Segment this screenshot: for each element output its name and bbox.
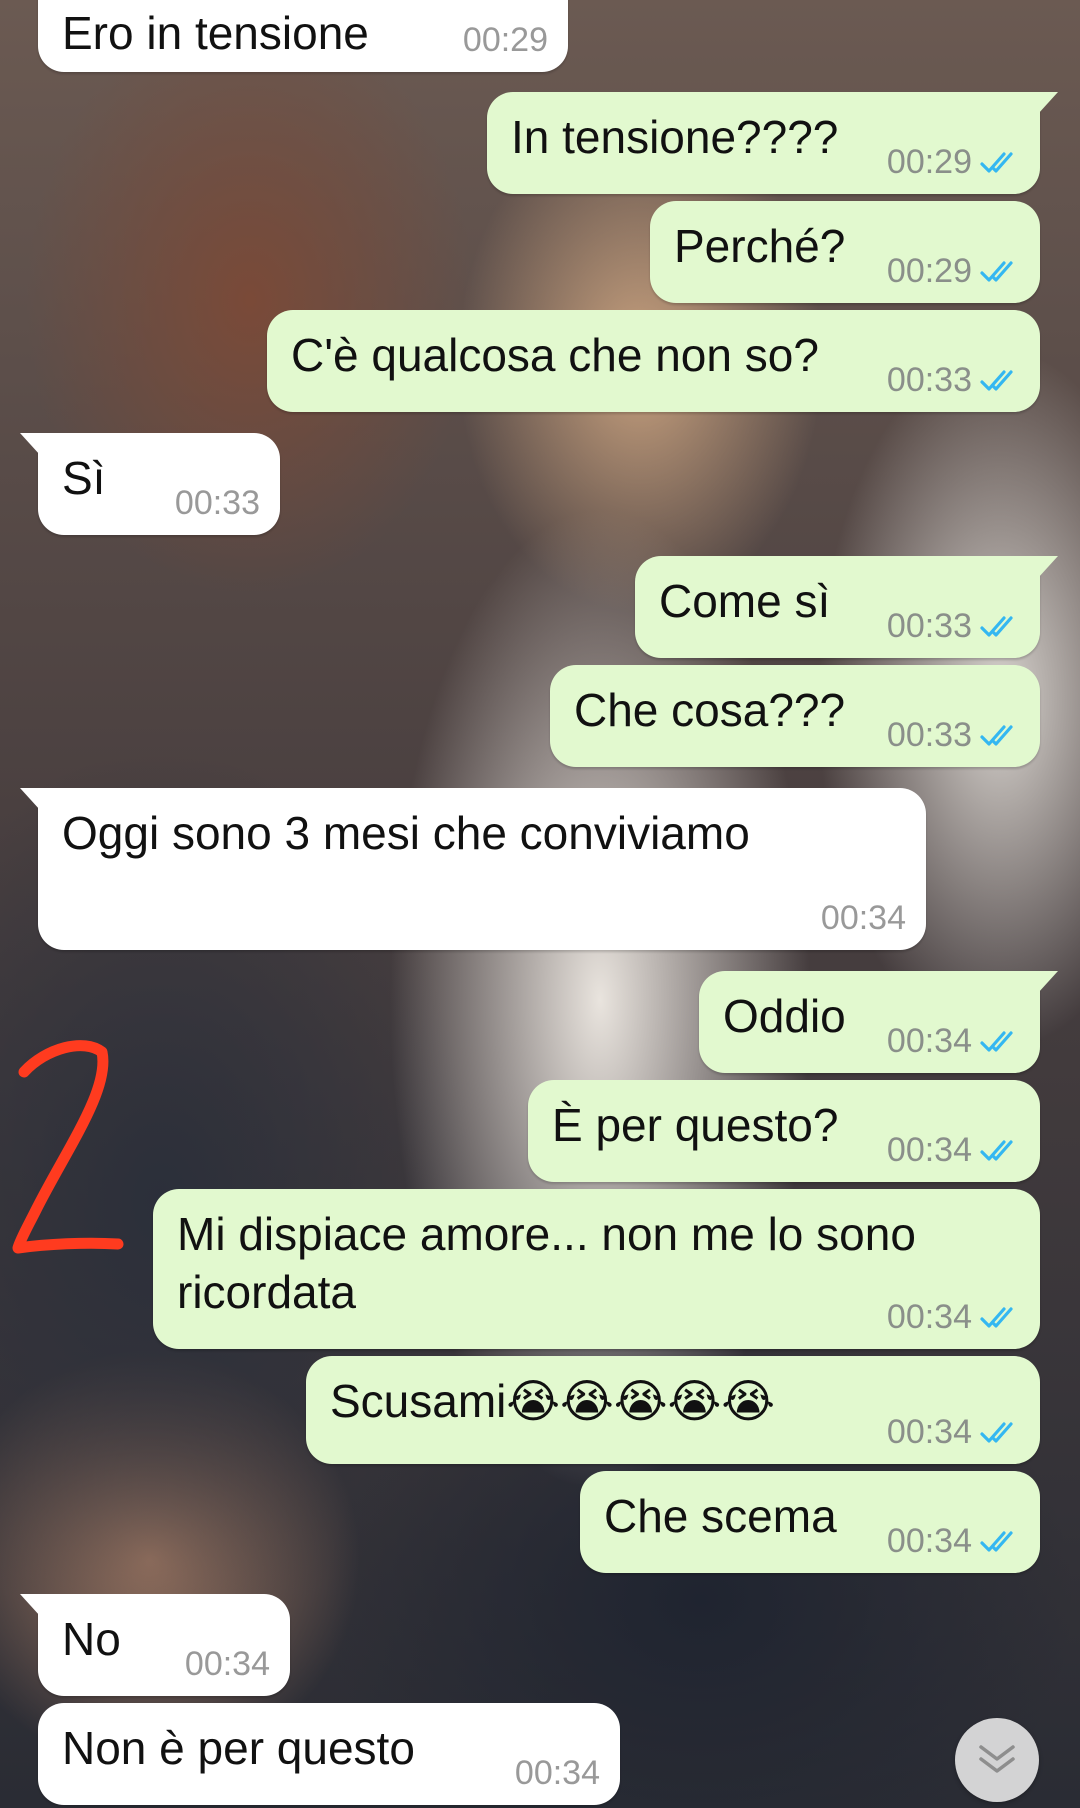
double-check-icon (980, 615, 1013, 637)
message-time: 00:34 (184, 1645, 270, 1683)
message-time: 00:29 (462, 21, 548, 59)
message-bubble-incoming[interactable]: No 00:34 (20, 1594, 290, 1696)
message-time: 00:34 (886, 1131, 972, 1169)
double-check-icon (980, 724, 1013, 746)
message-time: 00:34 (886, 1298, 972, 1336)
scroll-to-bottom-button[interactable] (955, 1718, 1039, 1802)
message-bubble-outgoing[interactable]: Che scema 00:34 (580, 1471, 1040, 1573)
message-meta: 00:33 (175, 484, 260, 523)
message-meta: 00:29 (887, 143, 1020, 182)
message-bubble-outgoing[interactable]: In tensione???? 00:29 (487, 92, 1058, 194)
message-bubble-outgoing[interactable]: Oddio 00:34 (699, 971, 1058, 1073)
message-time: 00:33 (886, 716, 972, 754)
double-check-icon (980, 151, 1013, 173)
message-time: 00:34 (886, 1022, 972, 1060)
message-bubble-incoming[interactable]: Non è per questo 00:34 (38, 1703, 620, 1805)
message-bubble-incoming[interactable]: Oggi sono 3 mesi che conviviamo 00:34 (20, 788, 926, 950)
message-meta: 00:33 (887, 361, 1020, 400)
message-meta: 00:33 (887, 607, 1020, 646)
message-meta: 00:33 (887, 716, 1020, 755)
double-check-icon (980, 260, 1013, 282)
double-check-icon (980, 369, 1013, 391)
message-bubble-outgoing[interactable]: Come sì 00:33 (635, 556, 1058, 658)
message-meta: 00:29 (463, 21, 548, 60)
message-bubble-outgoing[interactable]: Perché? 00:29 (650, 201, 1040, 303)
message-time: 00:29 (886, 143, 972, 181)
message-meta: 00:34 (887, 1131, 1020, 1170)
message-time: 00:33 (174, 484, 260, 522)
double-check-icon (980, 1530, 1013, 1552)
message-meta: 00:34 (887, 1022, 1020, 1061)
message-bubble-outgoing[interactable]: C'è qualcosa che non so? 00:33 (267, 310, 1040, 412)
chevron-down-icon (979, 1745, 1015, 1773)
message-meta: 00:34 (185, 1645, 270, 1684)
handwritten-annotation-mark (12, 1040, 124, 1254)
message-meta: 00:34 (887, 1298, 1020, 1337)
message-meta: 00:29 (887, 252, 1020, 291)
message-time: 00:34 (886, 1413, 972, 1451)
message-text: Mi dispiace amore... non me lo sono rico… (177, 1208, 916, 1318)
message-meta: 00:34 (821, 899, 906, 938)
message-time: 00:34 (886, 1522, 972, 1560)
message-meta: 00:34 (515, 1754, 600, 1793)
double-check-icon (980, 1030, 1013, 1052)
double-check-icon (980, 1139, 1013, 1161)
message-time: 00:34 (514, 1754, 600, 1792)
double-check-icon (980, 1306, 1013, 1328)
message-bubble-outgoing[interactable]: Che cosa??? 00:33 (550, 665, 1040, 767)
message-text: Oggi sono 3 mesi che conviviamo (62, 807, 750, 859)
message-time: 00:34 (820, 899, 906, 937)
message-bubble-incoming[interactable]: Sì 00:33 (20, 433, 280, 535)
message-bubble-outgoing[interactable]: Mi dispiace amore... non me lo sono rico… (153, 1189, 1040, 1349)
message-time: 00:33 (886, 607, 972, 645)
message-meta: 00:34 (887, 1522, 1020, 1561)
message-bubble-outgoing[interactable]: È per questo? 00:34 (528, 1080, 1040, 1182)
message-meta: 00:34 (887, 1413, 1020, 1452)
message-bubble-incoming[interactable]: Ero in tensione 00:29 (38, 0, 568, 72)
message-bubble-outgoing[interactable]: Scusami😭😭😭😭😭 00:34 (306, 1356, 1040, 1464)
double-check-icon (980, 1421, 1013, 1443)
message-time: 00:33 (886, 361, 972, 399)
message-time: 00:29 (886, 252, 972, 290)
